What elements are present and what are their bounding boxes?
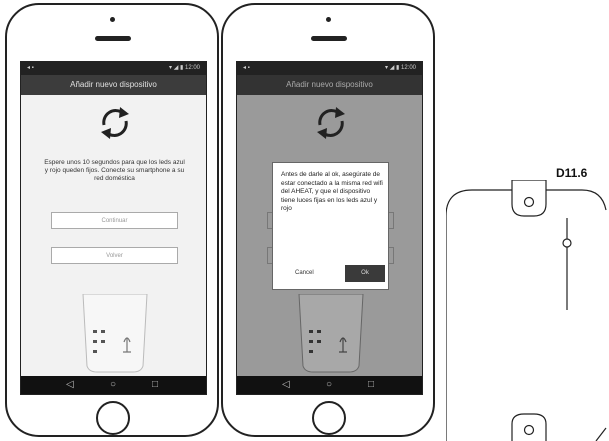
back-button[interactable]: Volver [51, 247, 178, 264]
speaker-grille [95, 36, 131, 41]
app-title-bar: Añadir nuevo dispositivo [237, 75, 422, 95]
confirm-dialog: Antes de darle al ok, asegúrate de estar… [272, 162, 389, 290]
dialog-ok-button[interactable]: Ok [345, 265, 385, 282]
nav-recents-icon[interactable]: □ [152, 379, 158, 391]
device-back-outline [446, 180, 607, 441]
nav-back-icon[interactable]: ◁ [282, 379, 290, 391]
heater-device-illustration [298, 294, 364, 373]
detail-label: D11.6 [556, 166, 588, 180]
status-bar: ◂ ▪ ▾ ◢ ▮ 12:00 [21, 62, 206, 75]
home-button[interactable] [96, 401, 130, 435]
dialog-message: Antes de darle al ok, asegúrate de estar… [281, 171, 383, 212]
app-title-bar: Añadir nuevo dispositivo [21, 75, 206, 95]
front-camera [110, 17, 115, 22]
instruction-text: Espere unos 10 segundos para que los led… [44, 159, 185, 182]
continue-button[interactable]: Continuar [51, 212, 178, 229]
android-nav-bar: ◁ ○ □ [21, 376, 206, 394]
nav-recents-icon[interactable]: □ [368, 379, 374, 391]
nav-home-icon[interactable]: ○ [326, 379, 332, 391]
heater-device-illustration [82, 294, 148, 373]
phone-2: ◂ ▪ ▾ ◢ ▮ 12:00 Añadir nuevo dispositivo… [221, 3, 435, 437]
status-bar: ◂ ▪ ▾ ◢ ▮ 12:00 [237, 62, 422, 75]
home-button[interactable] [312, 401, 346, 435]
nav-back-icon[interactable]: ◁ [66, 379, 74, 391]
refresh-icon [101, 107, 129, 139]
dialog-cancel-button[interactable]: Cancel [295, 270, 314, 276]
phone-1-screen: ◂ ▪ ▾ ◢ ▮ 12:00 Añadir nuevo dispositivo… [20, 61, 207, 395]
nav-home-icon[interactable]: ○ [110, 379, 116, 391]
refresh-icon [317, 107, 345, 139]
phone-1: ◂ ▪ ▾ ◢ ▮ 12:00 Añadir nuevo dispositivo… [5, 3, 219, 437]
android-nav-bar: ◁ ○ □ [237, 376, 422, 394]
phone-2-screen: ◂ ▪ ▾ ◢ ▮ 12:00 Añadir nuevo dispositivo… [236, 61, 423, 395]
speaker-grille [311, 36, 347, 41]
front-camera [326, 17, 331, 22]
